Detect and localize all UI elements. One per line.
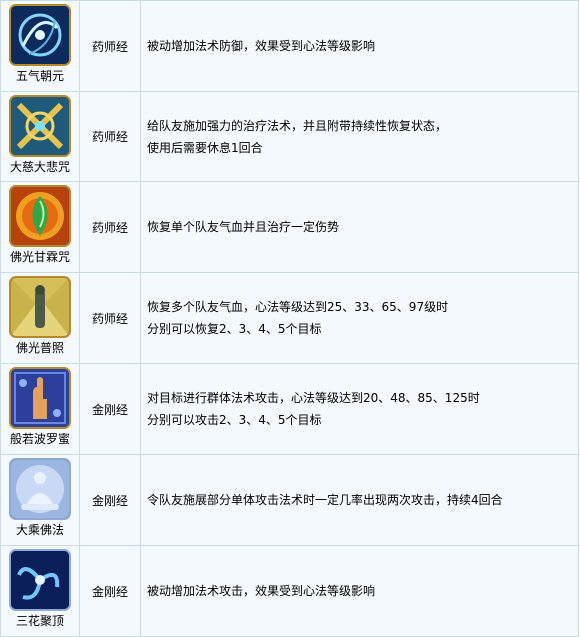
description-line: 令队友施展部分单体攻击法术时一定几率出现两次攻击，持续4回合 <box>147 493 503 507</box>
table-row: 佛光甘霖咒 药师经 恢复单个队友气血并且治疗一定伤势 <box>0 181 579 273</box>
description-line: 对目标进行群体法术攻击，心法等级达到20、48、85、125时 <box>147 391 480 405</box>
table-row: 五气朝元 药师经 被动增加法术防御，效果受到心法等级影响 <box>0 0 579 92</box>
skill-class: 药师经 <box>79 181 141 273</box>
skill-description: 给队友施加强力的治疗法术，并且附带持续性恢复状态， 使用后需要休息1回合 <box>140 91 579 182</box>
golden-cross-icon <box>9 95 71 157</box>
skill-name: 佛光甘霖咒 <box>9 250 70 264</box>
description-line: 分别可以恢复2、3、4、5个目标 <box>147 322 322 336</box>
spiral-flower-icon <box>9 549 71 611</box>
skill-class: 金刚经 <box>79 454 141 546</box>
skill-icon-cell: 大慈大悲咒 <box>0 91 80 182</box>
buddha-statue-icon <box>9 276 71 338</box>
description-line: 分别可以攻击2、3、4、5个目标 <box>147 413 322 427</box>
skill-icon-cell: 佛光甘霖咒 <box>0 181 80 273</box>
skill-class: 药师经 <box>79 91 141 182</box>
skill-name: 五气朝元 <box>15 69 64 83</box>
description-line: 给队友施加强力的治疗法术，并且附带持续性恢复状态， <box>147 118 448 133</box>
description-line: 被动增加法术攻击，效果受到心法等级影响 <box>147 584 376 598</box>
table-row: 大乘佛法 金刚经 令队友施展部分单体攻击法术时一定几率出现两次攻击，持续4回合 <box>0 454 579 546</box>
meditating-figure-icon <box>9 458 71 520</box>
description-line: 使用后需要休息1回合 <box>147 140 263 155</box>
skill-description: 恢复单个队友气血并且治疗一定伤势 <box>140 181 579 273</box>
swirl-energy-icon <box>9 4 71 66</box>
table-row: 般若波罗蜜 金刚经 对目标进行群体法术攻击，心法等级达到20、48、85、125… <box>0 363 579 455</box>
skill-name: 大乘佛法 <box>15 523 64 537</box>
skill-description: 被动增加法术防御，效果受到心法等级影响 <box>140 0 579 92</box>
skill-description: 被动增加法术攻击，效果受到心法等级影响 <box>140 545 579 637</box>
table-row: 大慈大悲咒 药师经 给队友施加强力的治疗法术，并且附带持续性恢复状态， 使用后需… <box>0 91 579 182</box>
description-line: 恢复多个队友气血，心法等级达到25、33、65、97级时 <box>147 300 449 314</box>
skill-table: 五气朝元 药师经 被动增加法术防御，效果受到心法等级影响 大慈大悲咒 药师经 给… <box>0 0 579 637</box>
skill-icon-cell: 五气朝元 <box>0 0 80 92</box>
skill-class: 金刚经 <box>79 545 141 637</box>
description-line: 被动增加法术防御，效果受到心法等级影响 <box>147 39 376 53</box>
skill-name: 佛光普照 <box>15 341 64 355</box>
skill-description: 恢复多个队友气血，心法等级达到25、33、65、97级时 分别可以恢复2、3、4… <box>140 272 579 364</box>
skill-name: 般若波罗蜜 <box>9 432 70 446</box>
skill-class: 药师经 <box>79 272 141 364</box>
skill-icon-cell: 般若波罗蜜 <box>0 363 80 455</box>
table-row: 佛光普照 药师经 恢复多个队友气血，心法等级达到25、33、65、97级时 分别… <box>0 272 579 364</box>
table-row: 三花聚顶 金刚经 被动增加法术攻击，效果受到心法等级影响 <box>0 545 579 637</box>
skill-description: 令队友施展部分单体攻击法术时一定几率出现两次攻击，持续4回合 <box>140 454 579 546</box>
skill-class: 药师经 <box>79 0 141 92</box>
skill-name: 三花聚顶 <box>15 614 64 628</box>
skill-icon-cell: 佛光普照 <box>0 272 80 364</box>
skill-icon-cell: 大乘佛法 <box>0 454 80 546</box>
skill-name: 大慈大悲咒 <box>9 160 70 174</box>
raised-hand-icon <box>9 367 71 429</box>
skill-description: 对目标进行群体法术攻击，心法等级达到20、48、85、125时 分别可以攻击2、… <box>140 363 579 455</box>
description-line: 恢复单个队友气血并且治疗一定伤势 <box>147 220 340 234</box>
green-gem-icon <box>9 185 71 247</box>
skill-icon-cell: 三花聚顶 <box>0 545 80 637</box>
skill-class: 金刚经 <box>79 363 141 455</box>
